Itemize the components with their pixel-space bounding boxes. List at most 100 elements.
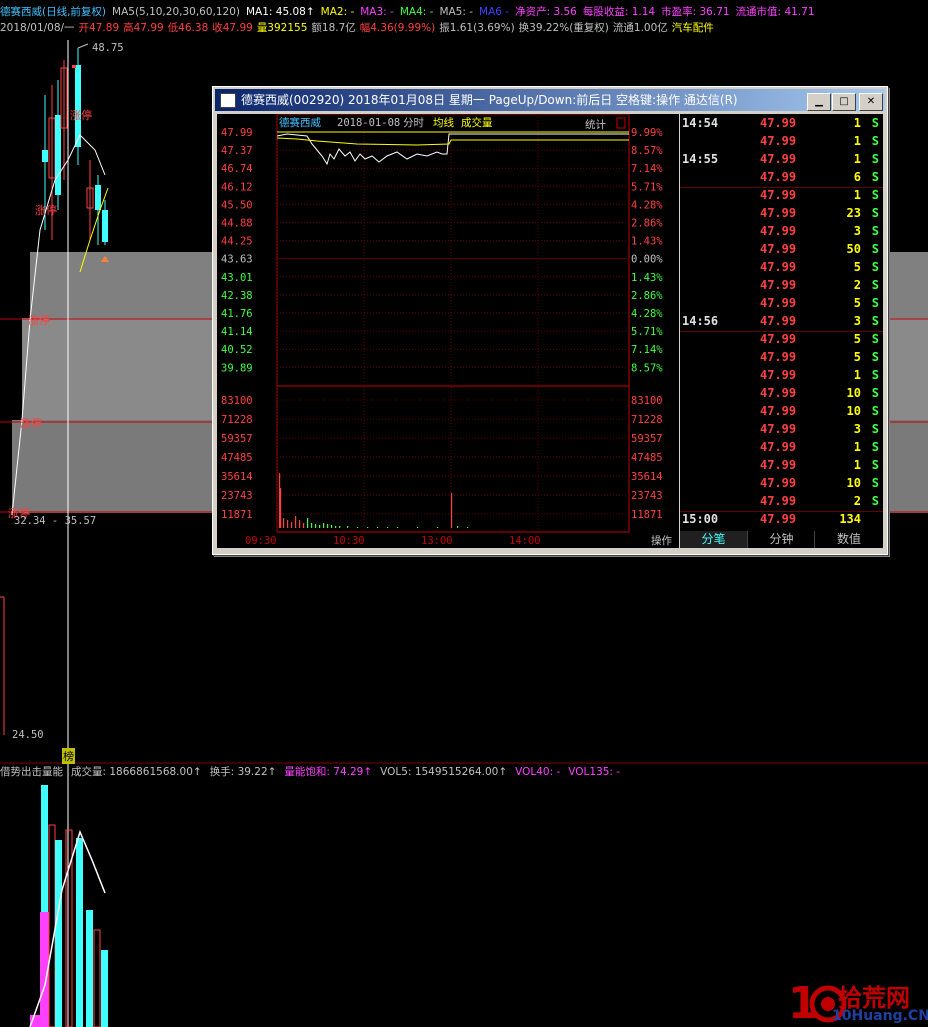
tick-volume: 10 — [846, 404, 861, 418]
limit-up-label: 涨停 — [35, 204, 57, 217]
tick-volume: 5 — [853, 296, 861, 310]
quote-field: 流通1.00亿 — [612, 22, 668, 34]
intraday-chart[interactable]: 德赛西威 2018-01-08 分时 均线 成交量 统计 47.99 9.99% 47.37 8.… — [217, 113, 679, 548]
tick-tabs: 分笔 分钟 数值 — [680, 531, 883, 548]
tick-row: 14:54 47.99 1 S — [680, 116, 883, 134]
tick-price: 47.99 — [760, 440, 797, 454]
tick-volume: 23 — [846, 206, 861, 220]
price-axis-label: 44.25 — [221, 236, 253, 248]
tick-volume: 1 — [853, 116, 861, 130]
close-button[interactable]: ✕ — [859, 93, 883, 111]
volume-panel-header: 借势出击量能 成交量: 1866861568.00↑ 换手: 39.22↑ 量能饱和:… — [0, 764, 628, 779]
tick-row: 47.99 23 S — [680, 206, 883, 224]
tick-group-separator — [680, 331, 883, 332]
pct-axis-label: 2.86% — [631, 218, 663, 230]
quote-field: 汽车配件 — [671, 22, 714, 34]
tick-direction: S — [871, 224, 879, 238]
volume-indicator: VOL40: - — [515, 766, 561, 778]
volume-bar — [303, 523, 305, 528]
tick-volume: 6 — [853, 170, 861, 184]
pct-axis-label: 8.57% — [631, 362, 663, 374]
tick-row: 14:56 47.99 3 S — [680, 314, 883, 332]
tick-price: 47.99 — [760, 476, 797, 490]
header-field: MA2: - — [320, 6, 355, 18]
volume-axis-label-right: 23743 — [631, 490, 663, 502]
price-axis-label: 41.14 — [221, 326, 253, 338]
tick-volume: 1 — [853, 152, 861, 166]
tick-direction: S — [871, 350, 879, 364]
volume-bar — [299, 520, 301, 528]
volume-axis-label-right: 83100 — [631, 395, 663, 407]
tick-volume: 2 — [853, 278, 861, 292]
volume-axis-label-right: 11871 — [631, 509, 663, 521]
tab-values[interactable]: 数值 — [814, 531, 883, 548]
tick-row: 47.99 6 S — [680, 170, 883, 188]
tick-direction: S — [871, 458, 879, 472]
volume-bar — [457, 526, 459, 528]
volume-bar — [327, 524, 329, 528]
watermark-domain: 10Huang.CN — [832, 1008, 928, 1024]
tick-price: 47.99 — [760, 296, 797, 310]
tick-list[interactable]: 14:54 47.99 1 S 47.99 1 S 14:55 47.99 1 S 47.99 6 S 47… — [680, 114, 883, 548]
volume-bar — [417, 527, 419, 528]
price-axis-label: 46.12 — [221, 181, 253, 193]
volume-bar — [397, 527, 399, 528]
minimize-button[interactable]: ▁ — [807, 93, 831, 111]
volume-bar — [377, 527, 379, 528]
tick-row: 47.99 5 S — [680, 296, 883, 314]
tick-volume: 3 — [853, 422, 861, 436]
volume-axis-label-right: 35614 — [631, 471, 663, 483]
tick-price: 47.99 — [760, 350, 797, 364]
ranking-marker[interactable]: 榜 — [62, 748, 75, 764]
tick-price: 47.99 — [760, 224, 797, 238]
volume-bar — [315, 524, 317, 528]
tab-minutes[interactable]: 分钟 — [747, 531, 815, 548]
tick-volume: 1 — [853, 188, 861, 202]
volume-indicator: 借势出击量能 — [0, 766, 63, 778]
volume-axis-label-right: 71228 — [631, 414, 663, 426]
quote-field: 额18.7亿 — [311, 22, 356, 34]
chart-date: 2018-01-08 — [337, 117, 400, 129]
header-line-1: 德赛西威(日线,前复权) MA5(5,10,20,30,60,120) MA1: 4… — [0, 4, 821, 19]
volume-axis-label: 83100 — [221, 395, 253, 407]
tick-direction: S — [871, 386, 879, 400]
header-field: MA5: - — [439, 6, 474, 18]
high-price-label: 48.75 — [92, 42, 124, 54]
time-axis-label: 10:30 — [333, 535, 365, 547]
header-field: MA1: 45.08↑ — [246, 6, 315, 18]
quote-field: 高47.99 — [123, 22, 164, 34]
volume-bar — [295, 516, 297, 528]
low-price-label: 24.50 — [12, 729, 44, 741]
volume-axis-label: 59357 — [221, 433, 253, 445]
intraday-popup-window[interactable]: 德赛西威(002920) 2018年01月08日 星期一 PageUp/Down… — [212, 86, 888, 555]
tick-volume: 1 — [853, 440, 861, 454]
volume-axis-label-right: 47485 — [631, 452, 663, 464]
maximize-button[interactable]: □ — [832, 93, 856, 111]
tab-ticks[interactable]: 分笔 — [680, 531, 747, 548]
tick-row: 47.99 1 S — [680, 368, 883, 386]
tick-row: 47.99 10 S — [680, 476, 883, 494]
tick-direction: S — [871, 332, 879, 346]
tick-price: 47.99 — [760, 116, 797, 130]
quote-field: 低46.38 — [167, 22, 209, 34]
tick-row: 47.99 3 S — [680, 224, 883, 242]
volume-indicator: 量能饱和: 74.29↑ — [284, 766, 373, 778]
volume-axis-label: 47485 — [221, 452, 253, 464]
header-field: MA4: - — [399, 6, 434, 18]
volume-axis-label: 71228 — [221, 414, 253, 426]
tick-price: 47.99 — [760, 242, 797, 256]
limit-up-label: 涨停 — [28, 314, 50, 327]
candles — [42, 48, 109, 262]
tick-row: 47.99 2 S — [680, 278, 883, 296]
pct-axis-label: 4.28% — [631, 308, 663, 320]
tick-price: 47.99 — [760, 368, 797, 382]
popup-titlebar[interactable]: 德赛西威(002920) 2018年01月08日 星期一 PageUp/Down… — [215, 89, 885, 111]
tick-volume: 1 — [853, 134, 861, 148]
volume-bar — [347, 526, 349, 528]
header-field: MA3: - — [360, 6, 394, 18]
tick-price: 47.99 — [760, 170, 797, 184]
limit-up-label: 涨停 — [20, 417, 42, 430]
volume-axis-label: 35614 — [221, 471, 253, 483]
tick-volume: 5 — [853, 260, 861, 274]
quote-field: 量392155 — [256, 22, 308, 34]
